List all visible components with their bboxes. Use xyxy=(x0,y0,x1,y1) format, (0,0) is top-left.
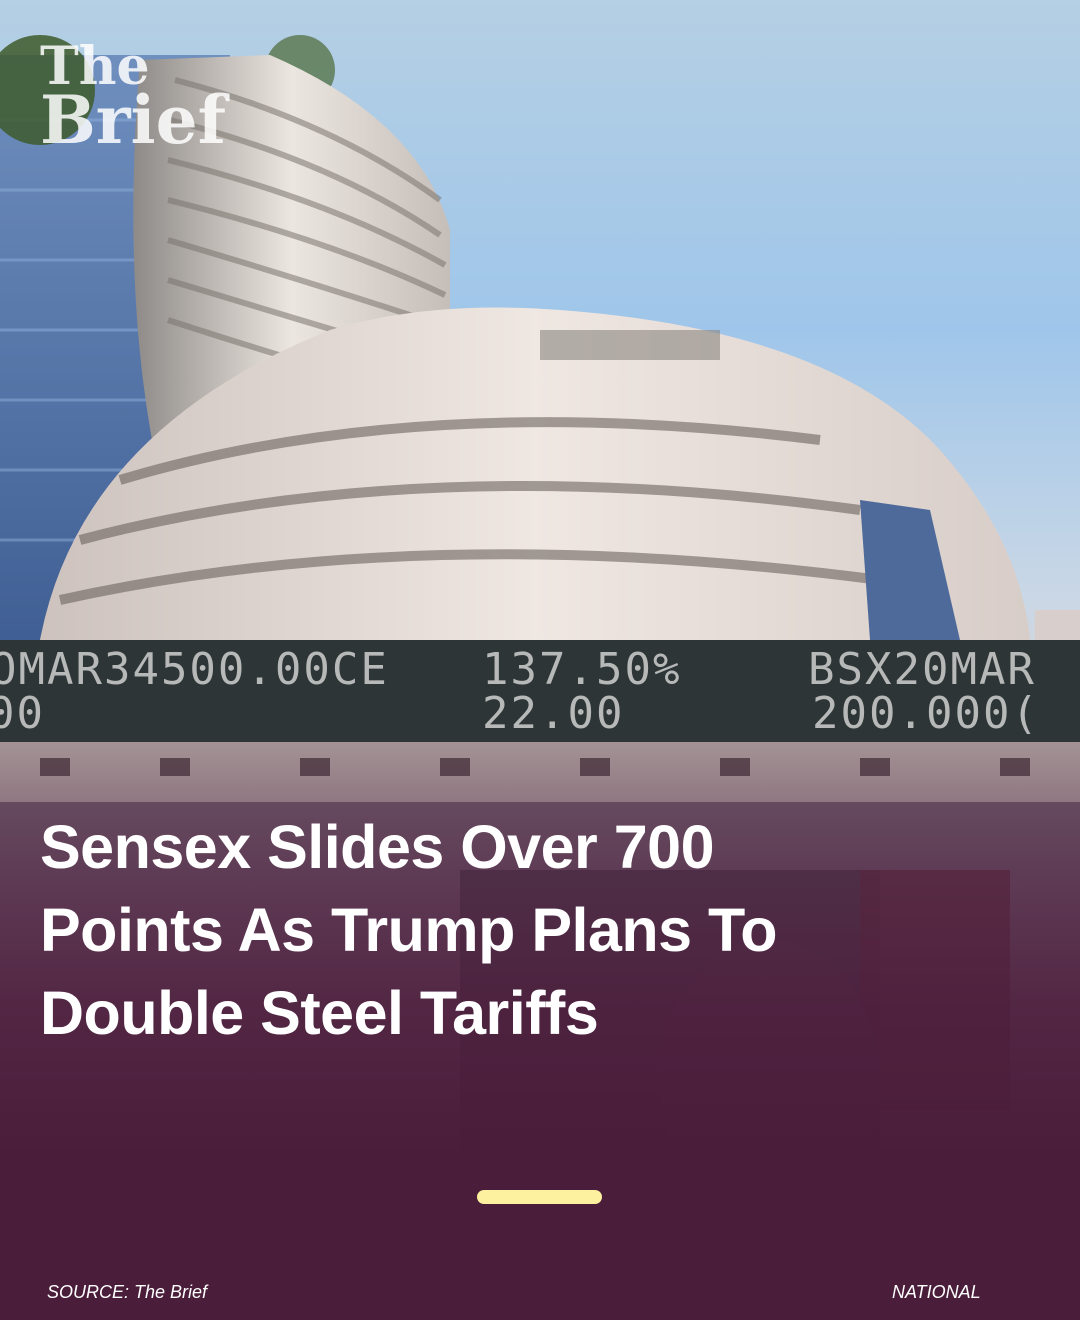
brand-watermark: The Brief xyxy=(40,41,227,159)
headline-line: Double Steel Tariffs xyxy=(40,979,599,1047)
ticker-cell: 200.000( xyxy=(812,688,1040,739)
category-label: NATIONAL xyxy=(892,1282,981,1302)
ticker-cell: OMAR34500.00CE xyxy=(0,644,389,695)
news-card: The Brief OMAR34500.00CE 137.50% BSX20MA… xyxy=(0,0,1080,1320)
ticker-cell: 00 xyxy=(0,688,45,739)
headline-line: Sensex Slides Over 700 xyxy=(40,813,715,881)
ticker-cell: 22.00 xyxy=(482,688,625,739)
headline-line: Points As Trump Plans To xyxy=(40,896,778,964)
carousel-indicator[interactable] xyxy=(477,1190,602,1204)
source-label: SOURCE: The Brief xyxy=(47,1282,208,1302)
brand-line-2: Brief xyxy=(40,80,227,159)
stock-ticker-board: OMAR34500.00CE 137.50% BSX20MAR 00 22.00… xyxy=(0,640,1080,742)
article-headline: Sensex Slides Over 700 Points As Trump P… xyxy=(40,806,940,1055)
